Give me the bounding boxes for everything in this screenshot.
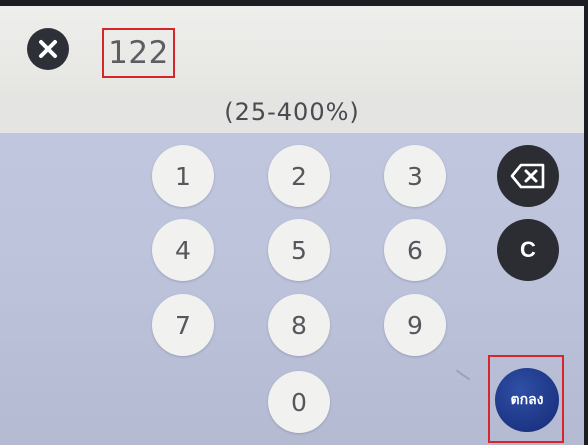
key-label: 5 [291,235,307,265]
ok-label: ตกลง [510,392,544,408]
key-1[interactable]: 1 [152,145,214,207]
key-label: 4 [175,235,191,265]
key-label: 9 [407,310,423,340]
key-4[interactable]: 4 [152,219,214,281]
backspace-icon [510,163,545,189]
clear-label: C [520,237,536,262]
key-label: 2 [291,161,307,191]
numeric-entry-screen: 122 (25-400%) 1 2 3 4 5 6 7 8 9 0 C ตกลง [0,6,584,445]
key-label: 1 [175,161,191,191]
close-button[interactable] [27,28,69,70]
key-label: 7 [175,310,191,340]
key-label: 8 [291,310,307,340]
range-hint: (25-400%) [224,98,360,126]
key-9[interactable]: 9 [384,294,446,356]
top-bar: 122 [0,6,584,91]
key-7[interactable]: 7 [152,294,214,356]
key-8[interactable]: 8 [268,294,330,356]
value-text: 122 [108,35,169,71]
key-6[interactable]: 6 [384,219,446,281]
clear-button[interactable]: C [497,219,559,281]
key-2[interactable]: 2 [268,145,330,207]
screen-glare [455,369,471,381]
key-label: 6 [407,235,423,265]
key-5[interactable]: 5 [268,219,330,281]
value-display[interactable]: 122 [102,28,175,78]
close-icon [39,40,57,58]
key-0[interactable]: 0 [268,371,330,433]
key-label: 0 [291,387,307,417]
key-3[interactable]: 3 [384,145,446,207]
key-label: 3 [407,161,423,191]
range-hint-bar: (25-400%) [0,91,584,133]
backspace-button[interactable] [497,145,559,207]
ok-button[interactable]: ตกลง [495,368,559,432]
